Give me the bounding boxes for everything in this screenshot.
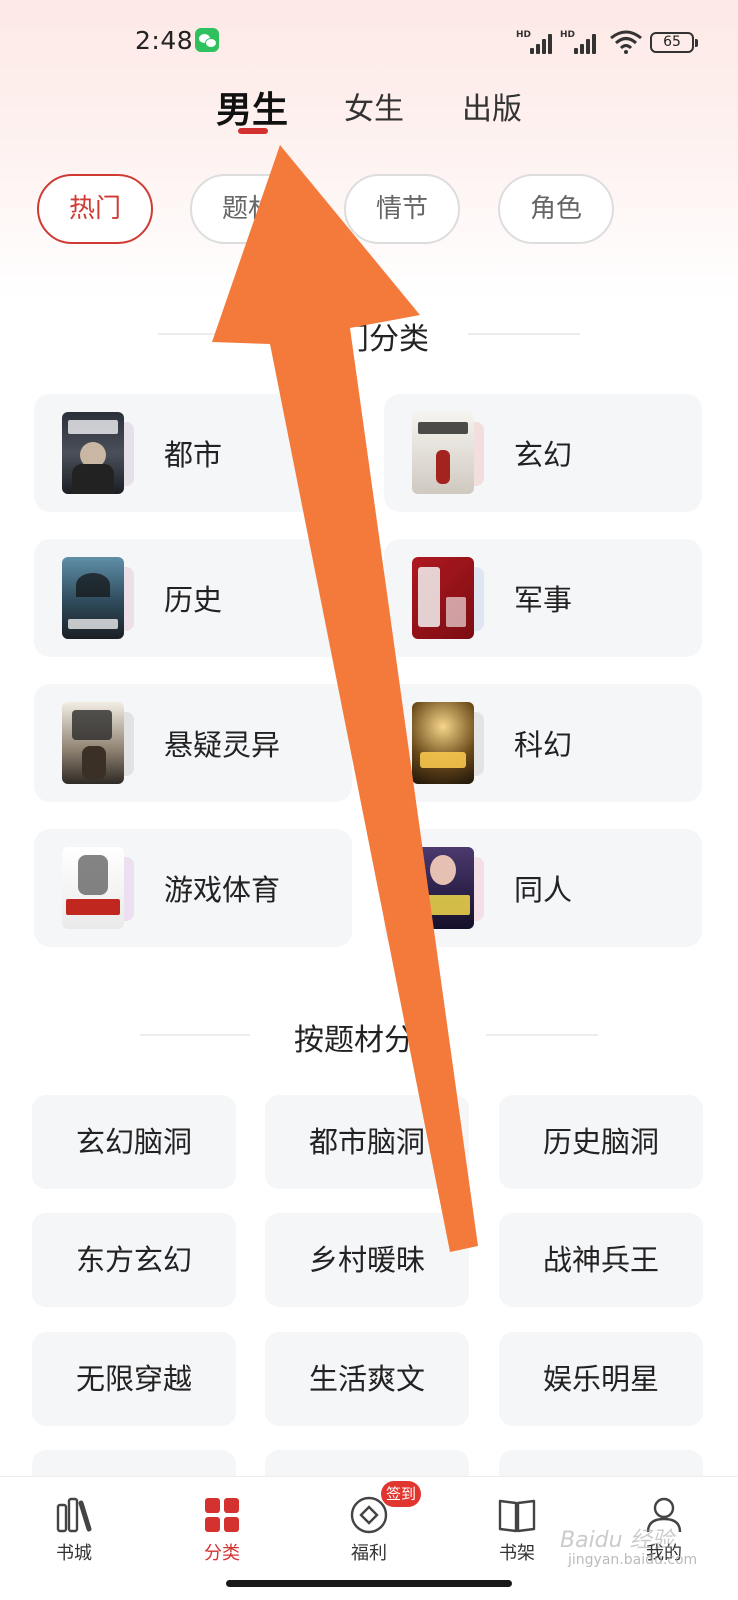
tab-female[interactable]: 女生	[344, 84, 404, 128]
category-card-xuanyi[interactable]: 悬疑灵异	[34, 684, 352, 802]
cover-junshi	[412, 557, 486, 641]
category-label-tongren: 同人	[514, 873, 573, 907]
cover-lishi	[62, 557, 136, 641]
nav-bookstore[interactable]: 书城	[24, 1477, 124, 1573]
topic-button[interactable]: 乡村暖昧	[265, 1213, 469, 1307]
category-card-dushi[interactable]: 都市	[34, 394, 352, 512]
topic-button[interactable]: 娱乐明星	[499, 1332, 703, 1426]
category-label-dushi: 都市	[164, 438, 223, 472]
nav-label-welfare: 福利	[351, 1543, 387, 1564]
nav-label-bookstore: 书城	[56, 1543, 92, 1564]
nav-label-category: 分类	[204, 1543, 240, 1564]
category-label-xuanhuan: 玄幻	[514, 438, 573, 472]
chip-theme[interactable]: 题材	[190, 174, 306, 244]
category-card-junshi[interactable]: 军事	[384, 539, 702, 657]
home-indicator[interactable]	[226, 1580, 512, 1587]
topic-button[interactable]: 玄幻脑洞	[32, 1095, 236, 1189]
active-tab-indicator	[238, 128, 268, 134]
nav-bookshelf[interactable]: 书架	[467, 1477, 567, 1573]
category-card-tongren[interactable]: 同人	[384, 829, 702, 947]
signal-1-hd-label: HD	[516, 30, 532, 40]
topic-button[interactable]: 东方玄幻	[32, 1213, 236, 1307]
status-time: 2:48	[135, 26, 194, 55]
topic-button-partial	[32, 1450, 236, 1476]
tab-male[interactable]: 男生	[216, 81, 288, 133]
category-label-xuanyi: 悬疑灵异	[164, 728, 281, 762]
cover-xuanhuan	[412, 412, 486, 496]
bookshelf-icon	[498, 1499, 536, 1533]
watermark-url: jingyan.baidu.com	[568, 1552, 698, 1568]
category-card-xuanhuan[interactable]: 玄幻	[384, 394, 702, 512]
category-label-kehuan: 科幻	[514, 728, 573, 762]
checkin-badge: 签到	[381, 1481, 421, 1507]
chip-plot[interactable]: 情节	[344, 174, 460, 244]
topic-button[interactable]: 战神兵王	[499, 1213, 703, 1307]
chip-hot[interactable]: 热门	[37, 174, 153, 244]
cover-xuanyi	[62, 702, 136, 786]
topic-button[interactable]: 生活爽文	[265, 1332, 469, 1426]
wechat-notification-icon	[195, 28, 219, 52]
cover-dushi	[62, 412, 136, 496]
gender-tabs: 男生 女生 出版	[0, 84, 738, 144]
topic-button-partial	[499, 1450, 703, 1476]
category-card-kehuan[interactable]: 科幻	[384, 684, 702, 802]
nav-category[interactable]: 分类	[172, 1477, 272, 1573]
bookstore-icon	[56, 1497, 92, 1533]
topic-section-title: 按题材分类	[294, 1023, 444, 1058]
category-card-lishi[interactable]: 历史	[34, 539, 352, 657]
category-label-junshi: 军事	[514, 583, 573, 617]
wifi-icon	[610, 30, 642, 54]
category-label-lishi: 历史	[164, 583, 223, 617]
signal-1-icon: HD	[516, 30, 552, 54]
topic-button[interactable]: 无限穿越	[32, 1332, 236, 1426]
nav-welfare[interactable]: 签到 福利	[319, 1477, 421, 1573]
baidu-watermark: Baidu 经验	[560, 1528, 674, 1553]
cover-youxi	[62, 847, 136, 931]
tab-publishing[interactable]: 出版	[462, 84, 522, 128]
chip-role[interactable]: 角色	[498, 174, 614, 244]
topic-button-partial	[265, 1450, 469, 1476]
signal-2-icon: HD	[560, 30, 596, 54]
status-bar: 2:48 HD HD 65	[0, 0, 738, 84]
cover-kehuan	[412, 702, 486, 786]
category-label-youxi: 游戏体育	[164, 873, 281, 907]
category-card-youxi[interactable]: 游戏体育	[34, 829, 352, 947]
nav-label-bookshelf: 书架	[499, 1543, 535, 1564]
cover-tongren	[412, 847, 486, 931]
battery-indicator: 65	[650, 32, 698, 53]
hot-category-title: 热门分类	[309, 322, 429, 357]
topic-button[interactable]: 都市脑洞	[265, 1095, 469, 1189]
signal-2-hd-label: HD	[560, 30, 576, 40]
topic-button[interactable]: 历史脑洞	[499, 1095, 703, 1189]
category-grid-icon	[205, 1498, 239, 1532]
